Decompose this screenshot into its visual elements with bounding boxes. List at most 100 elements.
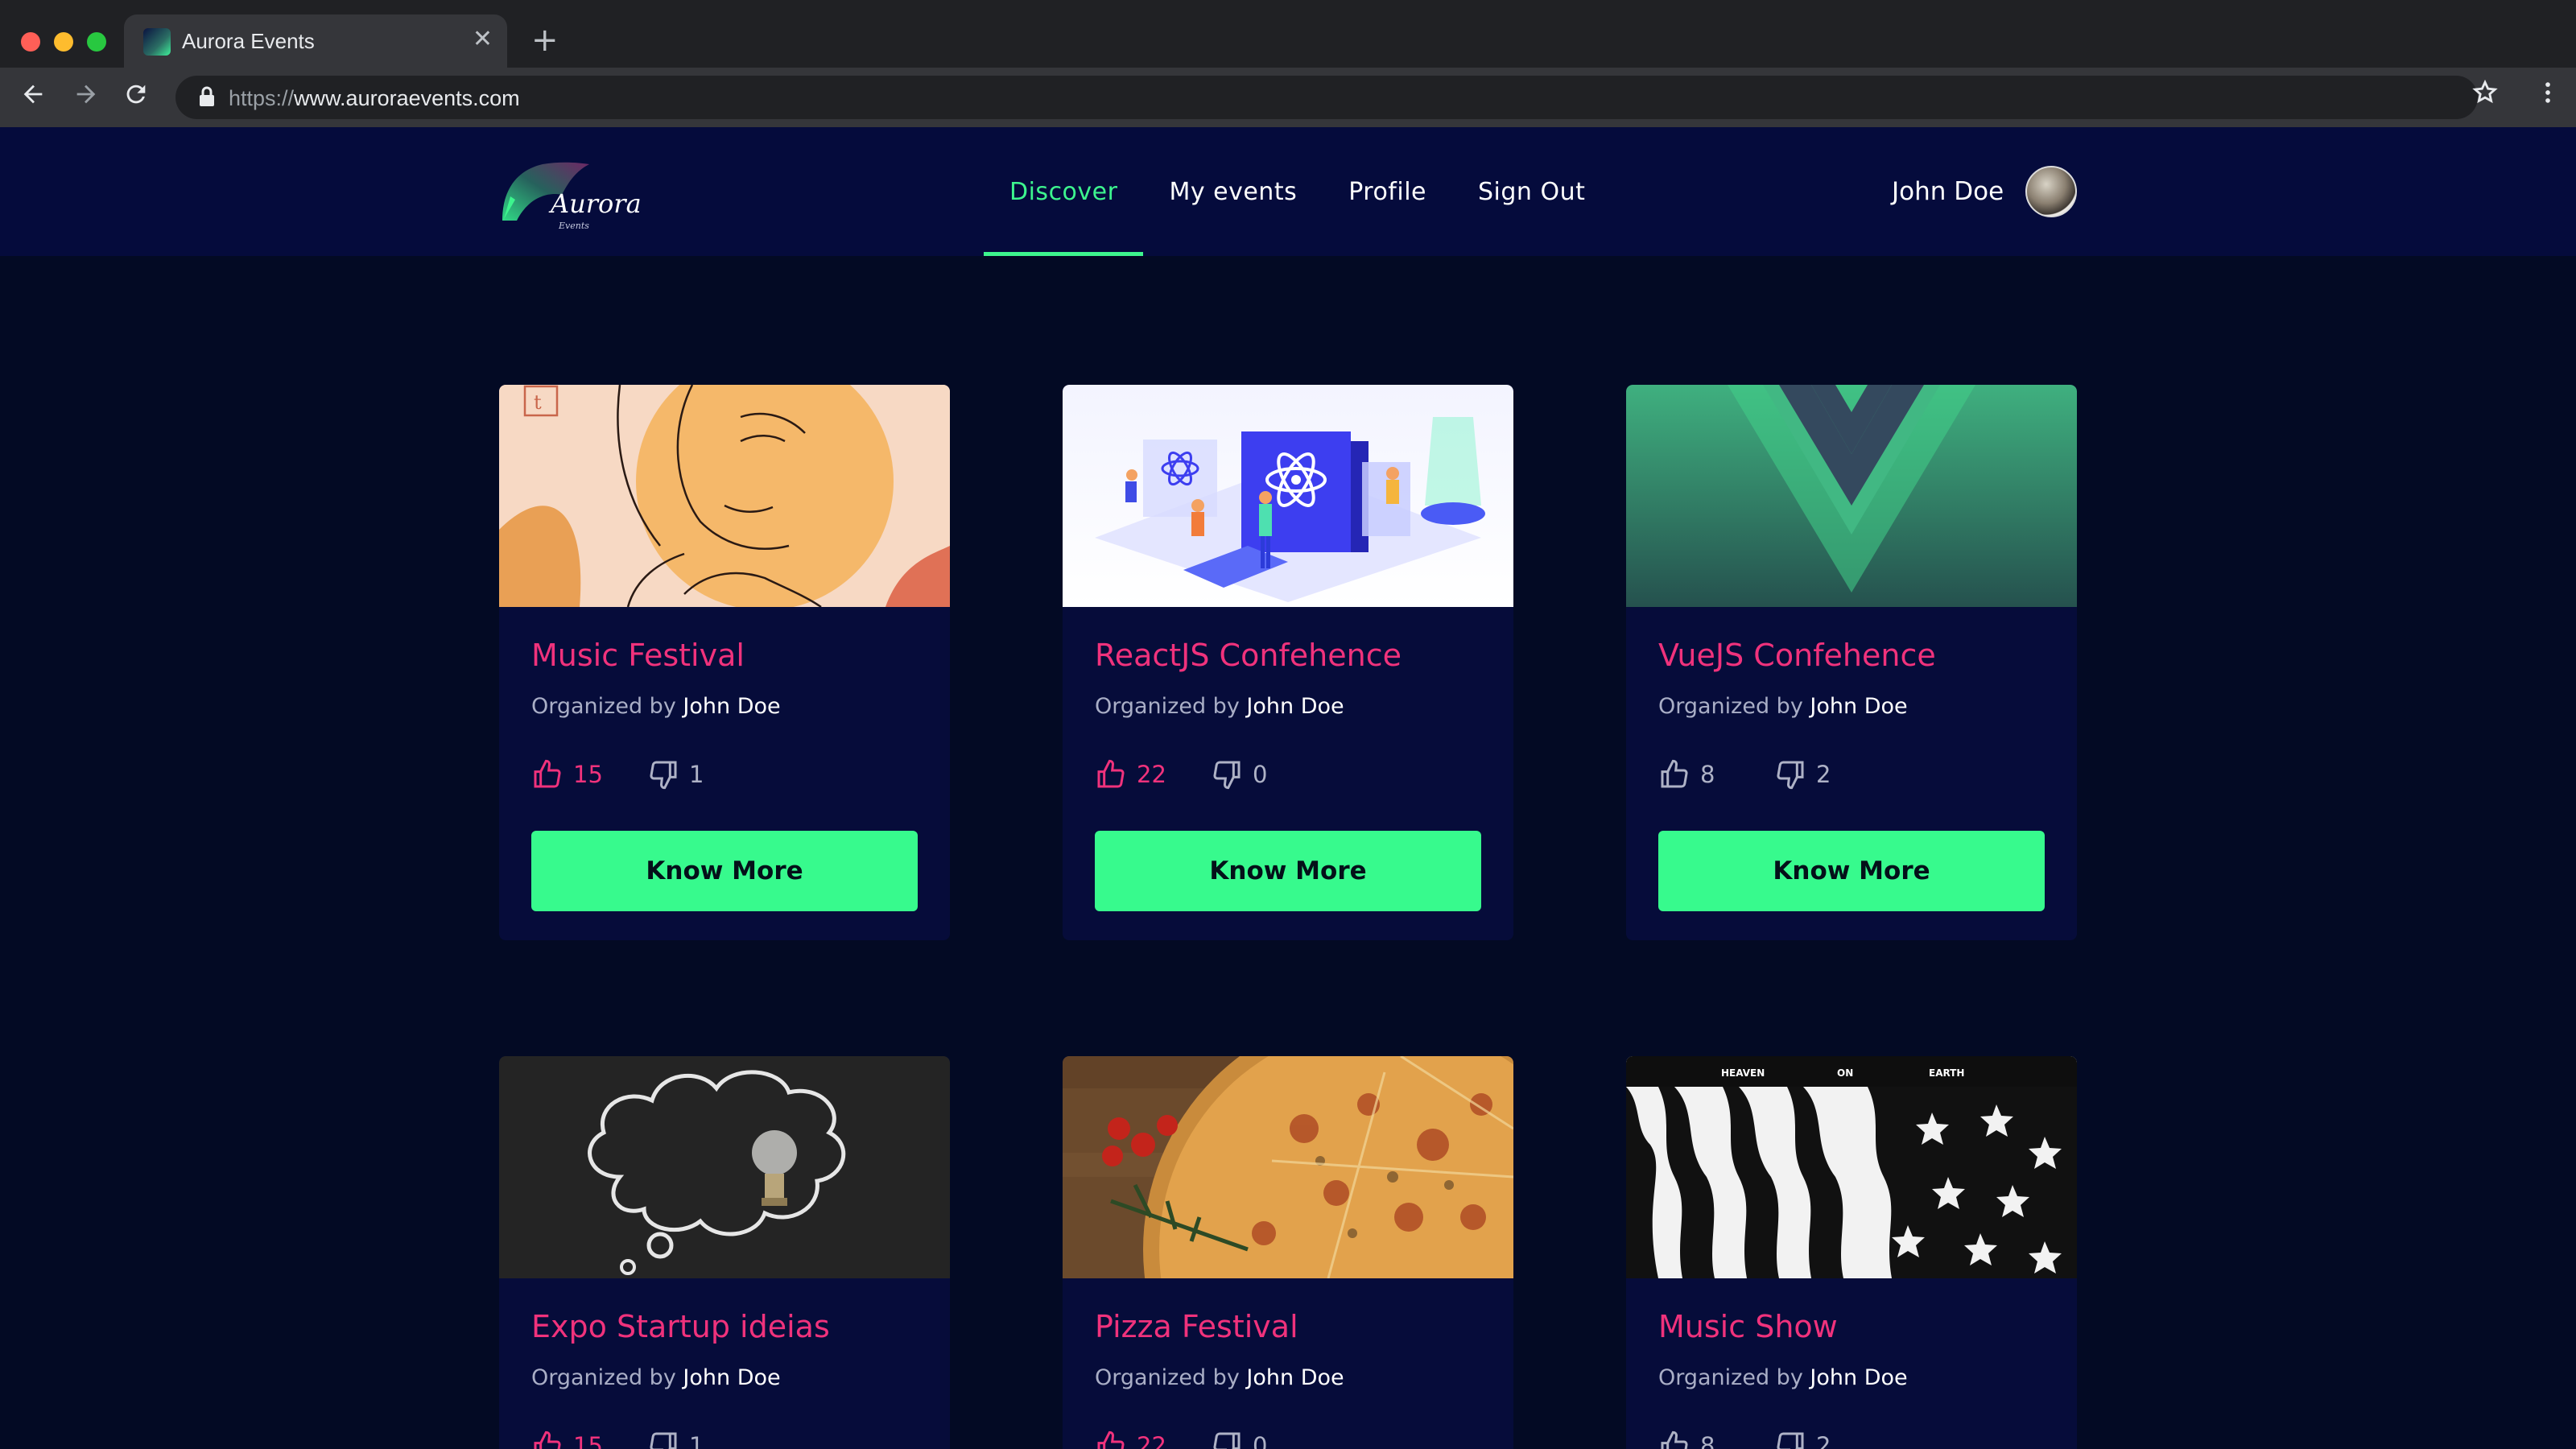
event-title[interactable]: Expo Startup ideias [531, 1309, 830, 1344]
event-card: Expo Startup ideias Organized by John Do… [499, 1056, 950, 1449]
event-title[interactable]: ReactJS Confehence [1095, 638, 1402, 673]
event-title[interactable]: Music Show [1658, 1309, 1838, 1344]
dislike-count: 2 [1816, 1432, 1831, 1449]
dislike-button[interactable]: 0 [1211, 758, 1327, 791]
nav-discover[interactable]: Discover [984, 127, 1144, 256]
thumbs-down-icon [1213, 761, 1241, 790]
like-count: 15 [573, 1432, 603, 1449]
favicon-icon [143, 28, 171, 56]
dislike-count: 0 [1253, 761, 1268, 788]
browser-tab[interactable]: Aurora Events ✕ [124, 14, 507, 68]
like-button[interactable]: 22 [1095, 758, 1211, 791]
reload-icon[interactable] [122, 80, 150, 115]
logo-text: Aurora [551, 188, 642, 219]
aurora-logo[interactable]: Aurora Events [496, 156, 642, 237]
organizer-name[interactable]: John Doe [1246, 1365, 1344, 1390]
close-window-button[interactable] [21, 32, 40, 52]
event-organizer: Organized by John Doe [1095, 1365, 1344, 1390]
browser-toolbar: https://www.auroraevents.com [0, 68, 2576, 127]
svg-text:t: t [534, 391, 542, 414]
event-organizer: Organized by John Doe [1658, 694, 1908, 719]
organizer-name[interactable]: John Doe [1810, 694, 1907, 719]
vote-bar: 8 2 [1658, 1430, 1890, 1449]
browser-menu-icon[interactable] [2534, 79, 2562, 114]
dislike-button[interactable]: 2 [1774, 758, 1890, 791]
vote-bar: 15 1 [531, 1430, 763, 1449]
event-image[interactable]: HEAVEN ON EARTH [1626, 1056, 2077, 1278]
like-count: 8 [1700, 1432, 1715, 1449]
event-image[interactable] [499, 1056, 950, 1278]
like-button[interactable]: 15 [531, 758, 647, 791]
tab-close-icon[interactable]: ✕ [473, 26, 493, 53]
dislike-count: 0 [1253, 1432, 1268, 1449]
vote-bar: 22 0 [1095, 1430, 1327, 1449]
dislike-count: 1 [689, 1432, 704, 1449]
organizer-name[interactable]: John Doe [1810, 1365, 1907, 1390]
url-text[interactable]: https://www.auroraevents.com [229, 86, 520, 111]
nav-profile[interactable]: Profile [1323, 127, 1452, 256]
url-protocol: https:// [229, 86, 295, 110]
organizer-name[interactable]: John Doe [1246, 694, 1344, 719]
nav-my-events[interactable]: My events [1143, 127, 1323, 256]
event-title[interactable]: Music Festival [531, 638, 745, 673]
event-card: ReactJS Confehence Organized by John Doe… [1063, 385, 1513, 940]
thumbs-up-icon [1097, 759, 1125, 788]
event-organizer: Organized by John Doe [1658, 1365, 1908, 1390]
organized-by-label: Organized by [531, 1365, 676, 1390]
like-button[interactable]: 15 [531, 1430, 647, 1449]
organized-by-label: Organized by [1658, 1365, 1803, 1390]
event-organizer: Organized by John Doe [531, 1365, 781, 1390]
vote-bar: 8 2 [1658, 758, 1890, 791]
like-button[interactable]: 22 [1095, 1430, 1211, 1449]
dislike-button[interactable]: 0 [1211, 1430, 1327, 1449]
minimize-window-button[interactable] [54, 32, 73, 52]
image-text-earth: EARTH [1929, 1067, 1964, 1079]
dislike-button[interactable]: 1 [647, 758, 763, 791]
thumbs-up-icon [1097, 1430, 1125, 1449]
event-card: HEAVEN ON EARTH Music Show Organized by … [1626, 1056, 2077, 1449]
dislike-button[interactable]: 2 [1774, 1430, 1890, 1449]
like-count: 22 [1137, 1432, 1166, 1449]
like-count: 22 [1137, 761, 1166, 788]
browser-chrome: Aurora Events ✕ + https://www.auroraeven… [0, 0, 2576, 127]
image-text-on: ON [1837, 1067, 1853, 1079]
back-icon[interactable] [19, 80, 47, 115]
know-more-button[interactable]: Know More [531, 831, 918, 911]
avatar[interactable] [2025, 166, 2077, 217]
new-tab-button[interactable]: + [531, 23, 559, 58]
event-image[interactable] [1063, 385, 1513, 607]
event-image[interactable] [1626, 385, 2077, 607]
dislike-count: 1 [689, 761, 704, 788]
window-controls [21, 32, 106, 52]
like-button[interactable]: 8 [1658, 1430, 1774, 1449]
like-count: 8 [1700, 761, 1715, 788]
thumbs-down-icon [1213, 1432, 1241, 1449]
know-more-button[interactable]: Know More [1095, 831, 1481, 911]
forward-icon[interactable] [72, 80, 100, 115]
event-image[interactable]: t [499, 385, 950, 607]
user-name[interactable]: John Doe [1892, 177, 2004, 206]
vote-bar: 15 1 [531, 758, 763, 791]
url-host: www.auroraevents.com [294, 86, 520, 110]
organized-by-label: Organized by [531, 694, 676, 719]
address-bar[interactable]: https://www.auroraevents.com [175, 76, 2478, 119]
dislike-button[interactable]: 1 [647, 1430, 763, 1449]
thumbs-down-icon [650, 1432, 677, 1449]
nav-sign-out[interactable]: Sign Out [1452, 127, 1611, 256]
like-button[interactable]: 8 [1658, 758, 1774, 791]
thumbs-up-icon [1661, 1430, 1688, 1449]
organizer-name[interactable]: John Doe [683, 694, 780, 719]
event-title[interactable]: Pizza Festival [1095, 1309, 1298, 1344]
event-image[interactable] [1063, 1056, 1513, 1278]
event-organizer: Organized by John Doe [1095, 694, 1344, 719]
maximize-window-button[interactable] [87, 32, 106, 52]
main-nav: Discover My events Profile Sign Out [984, 127, 1611, 256]
bookmark-star-icon[interactable] [2471, 79, 2499, 114]
know-more-button[interactable]: Know More [1658, 831, 2045, 911]
organizer-name[interactable]: John Doe [683, 1365, 780, 1390]
site-header: Aurora Events Discover My events Profile… [0, 127, 2576, 256]
event-title[interactable]: VueJS Confehence [1658, 638, 1936, 673]
thumbs-up-icon [534, 1430, 561, 1449]
thumbs-down-icon [1777, 1432, 1804, 1449]
thumbs-up-icon [1661, 759, 1688, 788]
